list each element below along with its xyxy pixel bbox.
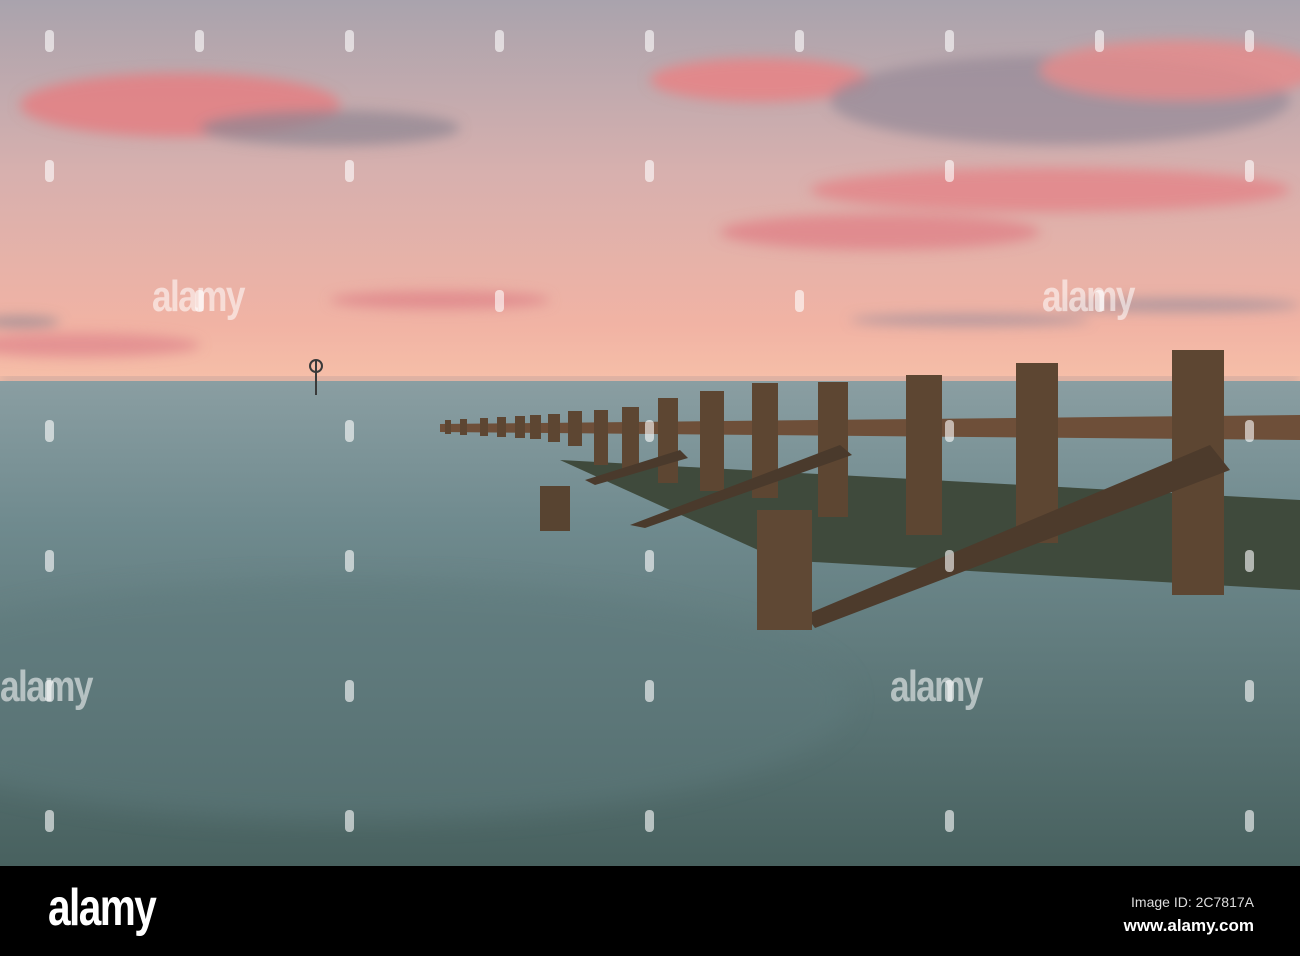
watermark-mark [1245,550,1254,572]
footer-logo: alamy [48,879,157,937]
watermark-mark [945,30,954,52]
groyne-post [515,416,525,438]
watermark-mark [345,810,354,832]
groyne-post [594,410,608,465]
watermark-mark [1245,680,1254,702]
watermark-mark [1095,290,1104,312]
groyne-post [906,375,942,535]
groyne-post [548,414,560,442]
watermark-mark [345,680,354,702]
watermark-mark [195,290,204,312]
watermark-mark [945,160,954,182]
groyne-post [497,417,506,437]
watermark-mark [45,680,54,702]
watermark-mark [45,420,54,442]
groyne-post [757,510,812,630]
groyne-post [658,398,678,483]
watermark-mark [345,550,354,572]
watermark-mark [1245,30,1254,52]
watermark-mark [945,550,954,572]
groyne-post [460,419,467,435]
watermark-mark [1245,160,1254,182]
watermark-mark [1095,30,1104,52]
watermark-mark [45,160,54,182]
watermark-mark [645,160,654,182]
watermark-mark [645,420,654,442]
watermark-text: alamy [890,662,983,711]
watermark-mark [495,30,504,52]
watermark-mark [45,30,54,52]
watermark-mark [345,420,354,442]
watermark-mark [45,810,54,832]
watermark-text: alamy [1042,272,1135,321]
image-id: Image ID: 2C7817A [1131,894,1254,910]
watermark-mark [345,30,354,52]
watermark-mark [195,30,204,52]
watermark-mark [645,30,654,52]
watermark-mark [1245,420,1254,442]
watermark-mark [795,30,804,52]
groyne-post [700,391,724,491]
watermark-mark [645,680,654,702]
groyne-post [445,420,451,434]
footer-bar: alamy Image ID: 2C7817A www.alamy.com [0,866,1300,956]
groyne-post [622,407,639,469]
watermark-mark [945,810,954,832]
watermark-mark [1245,810,1254,832]
watermark-mark [345,160,354,182]
watermark-mark [45,550,54,572]
groyne-post [530,415,541,439]
watermark-mark [945,680,954,702]
groyne-post [540,486,570,531]
watermark-mark [495,290,504,312]
site-url: www.alamy.com [1123,916,1254,935]
watermark-mark [795,290,804,312]
watermark-mark [645,550,654,572]
groyne-post [568,411,582,446]
groyne-post [480,418,488,436]
watermark-mark [945,420,954,442]
watermark-mark [645,810,654,832]
